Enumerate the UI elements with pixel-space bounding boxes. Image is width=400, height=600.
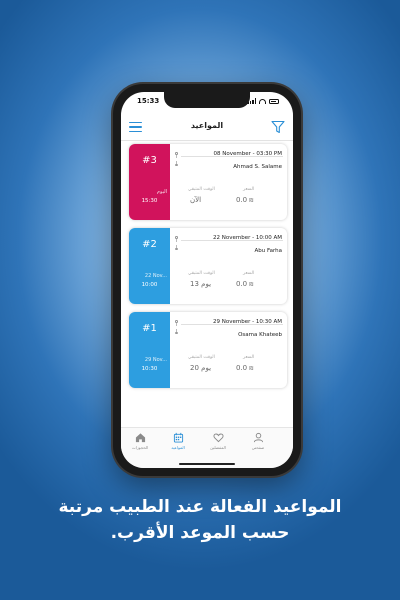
status-icons bbox=[247, 98, 279, 104]
price-value: 0.0 ₪ bbox=[236, 364, 254, 372]
home-icon bbox=[135, 433, 145, 443]
home-indicator bbox=[179, 463, 235, 465]
app-screen: 15:33 المواعيد #3 اليوم 15:30 08 Novembe… bbox=[121, 92, 293, 468]
appointment-day: 22 Nov... bbox=[144, 273, 167, 279]
tab-label: المفضلين bbox=[210, 445, 226, 450]
tab-appointments[interactable]: المواعيد bbox=[161, 432, 195, 450]
phone-notch bbox=[164, 92, 250, 108]
remaining-value: الآن bbox=[190, 196, 202, 204]
appointment-card[interactable]: #3 اليوم 15:30 08 November - 03:30 PM Ah… bbox=[129, 144, 287, 220]
tab-label: صفحتي bbox=[251, 445, 265, 450]
appointment-number: #3 bbox=[142, 155, 157, 166]
appointment-number: #1 bbox=[142, 323, 157, 334]
appointment-side-panel: #3 اليوم 15:30 bbox=[129, 144, 170, 220]
promo-caption: المواعيد الفعالة عند الطبيب مرتبة حسب ال… bbox=[0, 494, 400, 546]
appointment-datetime: 08 November - 03:30 PM bbox=[213, 151, 282, 157]
appointment-number: #2 bbox=[142, 239, 157, 250]
appointment-details: 22 November - 10:00 AM Abu Farha السعر 0… bbox=[170, 228, 287, 304]
appointment-card[interactable]: #2 22 Nov... 10:00 22 November - 10:00 A… bbox=[129, 228, 287, 304]
doctor-name: Osama Khateeb bbox=[238, 332, 282, 338]
page-title: المواعيد bbox=[190, 121, 224, 130]
appointment-time: 10:00 bbox=[141, 282, 158, 288]
wifi-icon bbox=[259, 98, 266, 104]
calendar-icon bbox=[173, 432, 183, 443]
appointment-card[interactable]: #1 29 Nov... 10:30 29 November - 10:30 A… bbox=[129, 312, 287, 388]
caption-line-2: حسب الموعد الأقرب. bbox=[110, 523, 290, 543]
tab-favorites[interactable]: المفضلين bbox=[201, 432, 235, 450]
appointment-day: 29 Nov... bbox=[144, 357, 167, 363]
tab-profile[interactable]: صفحتي bbox=[241, 432, 275, 450]
timeline-icon bbox=[175, 320, 178, 334]
appointment-datetime: 22 November - 10:00 AM bbox=[213, 235, 282, 241]
remaining-value: 13 يوم bbox=[190, 280, 212, 288]
remaining-value: 20 يوم bbox=[190, 364, 212, 372]
appointment-details: 29 November - 10:30 AM Osama Khateeb الس… bbox=[170, 312, 287, 388]
tab-label: الحجوزات bbox=[131, 445, 149, 450]
appointment-day: اليوم bbox=[156, 189, 167, 195]
appointment-datetime: 29 November - 10:30 AM bbox=[213, 319, 282, 325]
doctor-name: Abu Farha bbox=[254, 248, 282, 254]
timeline-icon bbox=[175, 236, 178, 250]
app-header: المواعيد bbox=[121, 114, 293, 141]
appointment-details: 08 November - 03:30 PM Ahmad S. Salame ا… bbox=[170, 144, 287, 220]
price-label: السعر bbox=[243, 355, 255, 360]
bottom-tab-bar: الحجوزات المواعيد المفضلين صفحتي bbox=[121, 427, 293, 468]
remaining-label: الوقت المتبقي bbox=[188, 187, 215, 192]
price-value: 0.0 ₪ bbox=[236, 196, 254, 204]
tab-bookings[interactable]: الحجوزات bbox=[123, 432, 157, 450]
phone-frame: 15:33 المواعيد #3 اليوم 15:30 08 Novembe… bbox=[113, 84, 301, 476]
heart-icon bbox=[212, 433, 224, 443]
filter-icon[interactable] bbox=[271, 120, 285, 134]
timeline-icon bbox=[175, 152, 178, 166]
price-value: 0.0 ₪ bbox=[236, 280, 254, 288]
remaining-label: الوقت المتبقي bbox=[188, 355, 215, 360]
status-time: 15:33 bbox=[137, 97, 160, 105]
price-label: السعر bbox=[243, 271, 255, 276]
caption-line-1: المواعيد الفعالة عند الطبيب مرتبة bbox=[58, 497, 342, 517]
remaining-label: الوقت المتبقي bbox=[188, 271, 215, 276]
appointment-time: 15:30 bbox=[141, 198, 158, 204]
battery-icon bbox=[269, 98, 279, 104]
appointment-time: 10:30 bbox=[141, 366, 158, 372]
user-icon bbox=[253, 432, 263, 443]
tab-label: المواعيد bbox=[171, 445, 185, 450]
appointment-side-panel: #1 29 Nov... 10:30 bbox=[129, 312, 170, 388]
appointment-side-panel: #2 22 Nov... 10:00 bbox=[129, 228, 170, 304]
price-label: السعر bbox=[243, 187, 255, 192]
doctor-name: Ahmad S. Salame bbox=[233, 164, 282, 170]
